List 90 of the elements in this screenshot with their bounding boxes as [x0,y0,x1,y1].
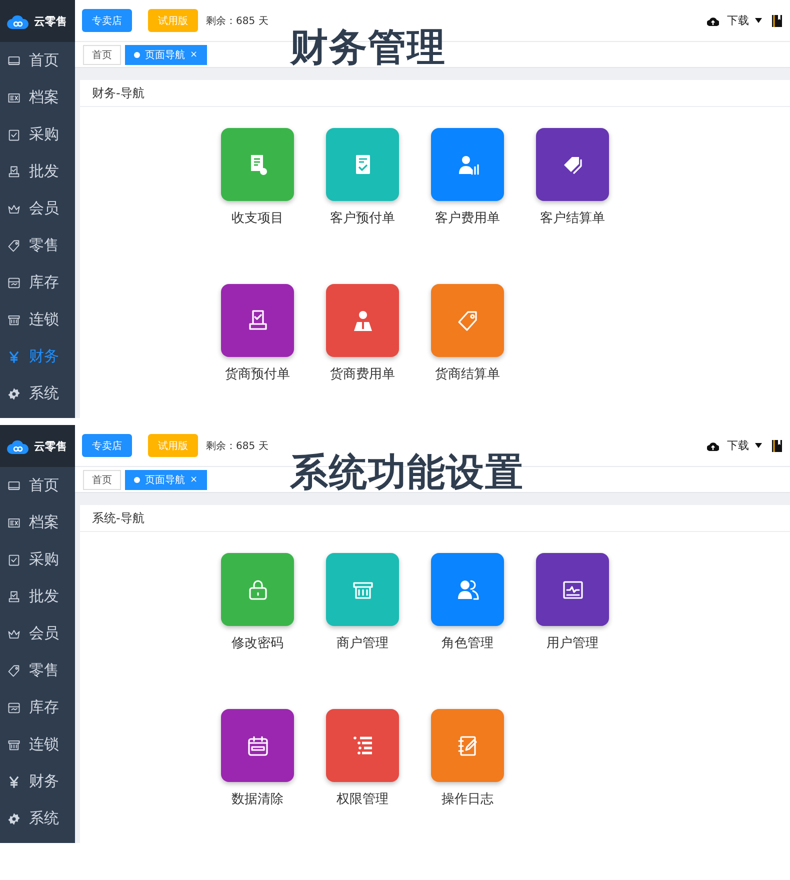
gear-icon [7,812,21,826]
id-card-icon [7,90,21,104]
tile-label: 商户管理 [336,635,388,652]
nav-tile-button[interactable] [221,128,294,201]
sidebar-item[interactable]: 采购 [0,116,75,153]
cloud-logo-icon [7,14,29,28]
nav-tile-button[interactable] [431,128,504,201]
tag-icon [7,664,21,678]
cloud-logo-icon [7,438,29,454]
nav-tile-button[interactable] [326,128,399,201]
calendar-icon [246,734,270,758]
tile-label: 客户预付单 [330,210,395,227]
sidebar-item[interactable]: 首页 [0,467,75,504]
sidebar-item[interactable]: 批发 [0,153,75,190]
cloud-upload-icon[interactable] [707,440,719,450]
tile-label: 货商结算单 [435,366,500,383]
book-icon[interactable] [772,440,782,452]
shopfront-icon [7,312,21,326]
sidebar-item[interactable]: 系统 [0,375,75,412]
sidebar-item[interactable]: 会员 [0,190,75,227]
printer-icon [7,164,21,178]
tile-label: 操作日志 [442,791,494,808]
sidebar-item[interactable]: 会员 [0,615,75,652]
remaining-days: 剩余：685 天 [206,438,268,452]
caret-icon [755,18,762,23]
app-logo-text: 云零售 [34,438,67,454]
tile-label: 修改密码 [232,635,284,652]
nav-tile-button[interactable] [326,284,399,357]
list-icon [350,734,374,758]
nav-tile-button[interactable] [326,709,399,782]
tile-label: 收支项目 [232,210,284,227]
id-card-icon [7,516,21,530]
sidebar-item[interactable]: 首页 [0,42,75,79]
download-menu[interactable]: 下载 [727,438,762,453]
yen-icon [7,774,21,788]
sidebar-item[interactable]: 连锁 [0,726,75,763]
tile-label: 权限管理 [336,791,388,808]
sidebar-item[interactable]: 财务 [0,763,75,800]
sidebar-item[interactable]: 档案 [0,504,75,541]
monitor-icon [7,54,21,68]
section-title: 财务-导航 [80,80,790,107]
nav-tile-button[interactable] [536,553,609,626]
tile-label: 货商费用单 [330,366,395,383]
clipboard-icon [7,552,21,566]
caret-icon [755,443,762,448]
page-heading: 财务管理 [290,24,446,71]
box-icon [7,700,21,714]
box-icon [7,276,21,290]
download-menu[interactable]: 下载 [727,13,762,28]
page-heading: 系统功能设置 [290,449,524,496]
sidebar-item[interactable]: 系统 [0,800,75,837]
tile-label: 客户费用单 [435,210,500,227]
tile-label: 客户结算单 [540,210,605,227]
nav-tile-button[interactable] [326,553,399,626]
sidebar-item[interactable]: 采购 [0,541,75,578]
printer-icon [7,590,21,604]
book-icon[interactable] [772,14,782,26]
nav-tile-button[interactable] [431,709,504,782]
sidebar-item[interactable]: 库存 [0,264,75,301]
nav-tile-button[interactable] [221,709,294,782]
tag-icon [456,308,480,332]
sidebar-item[interactable]: 零售 [0,227,75,264]
shopfront-icon [7,738,21,752]
remaining-days: 剩余：685 天 [206,14,268,28]
monitor-icon [7,478,21,492]
sidebar-item[interactable]: 零售 [0,652,75,689]
nav-tile-button[interactable] [536,128,609,201]
app-logo-text: 云零售 [34,14,67,28]
nav-tile-button[interactable] [221,284,294,357]
nav-tile-button[interactable] [431,553,504,626]
tab[interactable]: 首页 [83,470,121,490]
cloud-upload-icon[interactable] [707,16,719,26]
notebook-icon [456,734,480,758]
clipboard-icon [7,128,21,142]
section-title: 系统-导航 [80,505,790,532]
sidebar-item[interactable]: 档案 [0,79,75,116]
tile-label: 用户管理 [546,635,598,652]
tile-label: 货商预付单 [225,366,290,383]
nav-tile-button[interactable] [221,553,294,626]
yen-icon [7,350,21,364]
nav-tile-button[interactable] [431,284,504,357]
tab[interactable]: 首页 [83,44,121,64]
tile-label: 角色管理 [442,635,494,652]
tile-label: 数据清除 [232,791,284,808]
tag-icon [7,238,21,252]
people-icon [456,578,480,602]
sidebar-item[interactable]: 连锁 [0,301,75,338]
gear-icon [7,386,21,400]
sidebar-item[interactable]: 库存 [0,689,75,726]
sidebar-item[interactable]: 批发 [0,578,75,615]
